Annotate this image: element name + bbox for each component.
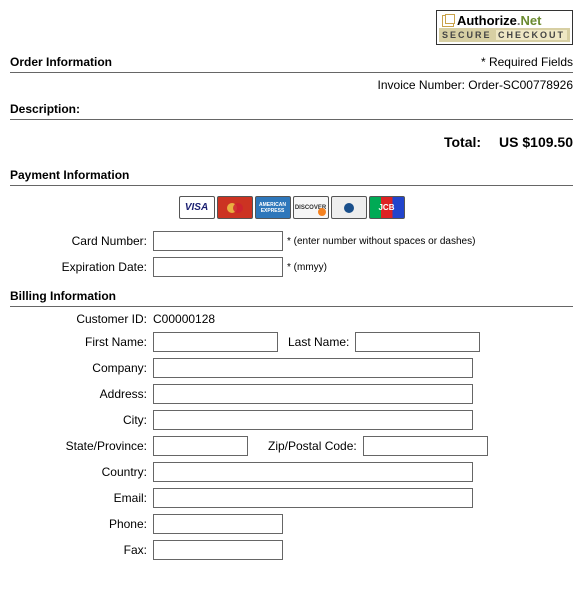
mastercard-icon [217,196,253,219]
expiration-date-label: Expiration Date: [10,260,153,274]
amex-card-icon: AMERICAN EXPRESS [255,196,291,219]
expiration-date-hint: * (mmyy) [287,262,327,273]
description-heading: Description: [10,102,573,116]
last-name-label: Last Name: [288,335,349,349]
card-number-hint: * (enter number without spaces or dashes… [287,236,475,247]
accepted-cards: VISA AMERICAN EXPRESS DISCOVER JCB [10,196,573,219]
badge-brand: Authorize.Net [457,13,542,28]
last-name-input[interactable] [355,332,480,352]
address-input[interactable] [153,384,473,404]
order-information-heading: Order Information [10,55,112,69]
zip-label: Zip/Postal Code: [268,439,357,453]
state-label: State/Province: [10,439,153,453]
discover-card-icon: DISCOVER [293,196,329,219]
company-input[interactable] [153,358,473,378]
invoice-number-label: Invoice Number: [378,78,465,92]
address-label: Address: [10,387,153,401]
country-input[interactable] [153,462,473,482]
email-label: Email: [10,491,153,505]
company-label: Company: [10,361,153,375]
state-input[interactable] [153,436,248,456]
customer-id-value: C00000128 [153,312,215,326]
email-input[interactable] [153,488,473,508]
first-name-label: First Name: [10,335,153,349]
fax-input[interactable] [153,540,283,560]
city-input[interactable] [153,410,473,430]
city-label: City: [10,413,153,427]
fax-label: Fax: [10,543,153,557]
total-value: US $109.50 [499,134,573,150]
visa-card-icon: VISA [179,196,215,219]
phone-label: Phone: [10,517,153,531]
diners-card-icon [331,196,367,219]
authorize-net-badge: Authorize.Net SECURE CHECKOUT [436,10,573,45]
badge-icon [442,15,454,27]
badge-secure-checkout: SECURE CHECKOUT [439,28,570,42]
payment-information-heading: Payment Information [10,168,573,182]
card-number-input[interactable] [153,231,283,251]
country-label: Country: [10,465,153,479]
card-number-label: Card Number: [10,234,153,248]
invoice-number-value: Order-SC00778926 [468,78,573,92]
required-fields-note: * Required Fields [481,55,573,69]
customer-id-label: Customer ID: [10,312,153,326]
expiration-date-input[interactable] [153,257,283,277]
jcb-card-icon: JCB [369,196,405,219]
zip-input[interactable] [363,436,488,456]
first-name-input[interactable] [153,332,278,352]
phone-input[interactable] [153,514,283,534]
billing-information-heading: Billing Information [10,289,573,303]
total-label: Total: [444,134,481,150]
